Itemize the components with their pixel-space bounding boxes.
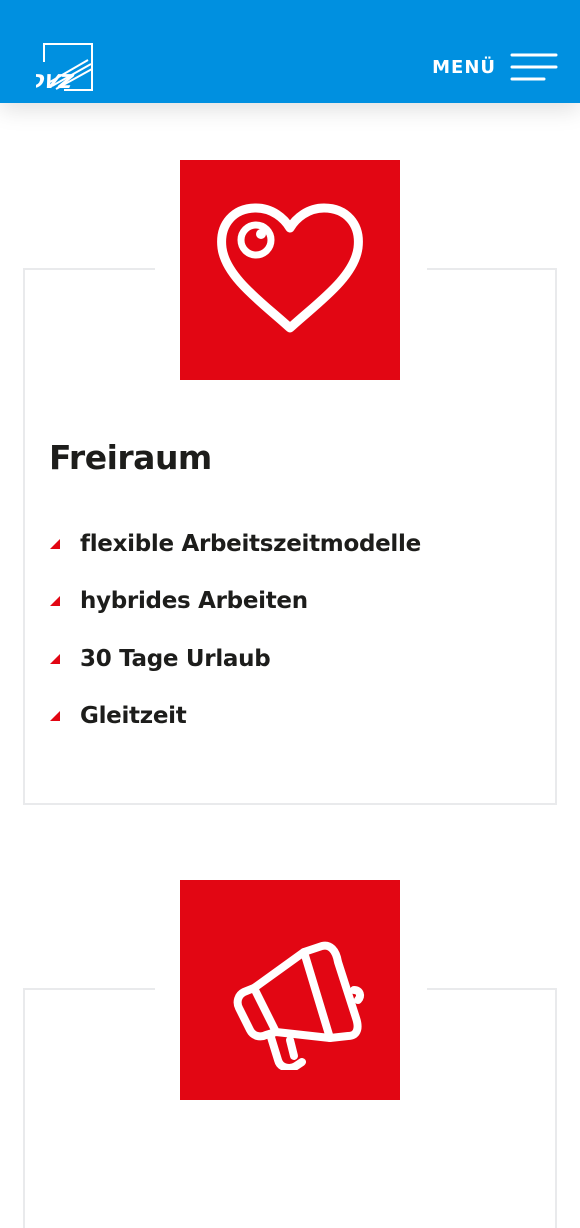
megaphone-icon (233, 941, 365, 1070)
triangle-bullet-icon (50, 596, 60, 607)
list-item: flexible Arbeitszeitmodelle (49, 515, 421, 573)
list-item: hybrides Arbeiten (49, 573, 421, 631)
feature-list: flexible Arbeitszeitmodelle hybrides Arb… (49, 515, 421, 745)
hamburger-icon (510, 53, 558, 81)
megaphone-tile (180, 880, 400, 1100)
card-title: Freiraum (49, 438, 212, 477)
dvz-logo[interactable]: DVZ (26, 42, 94, 93)
list-item: Gleitzeit (49, 688, 421, 746)
feature-text: flexible Arbeitszeitmodelle (80, 530, 421, 557)
feature-text: 30 Tage Urlaub (80, 645, 271, 672)
triangle-bullet-icon (50, 711, 60, 722)
heart-icon (217, 203, 363, 333)
feature-text: Gleitzeit (80, 703, 187, 730)
feature-text: hybrides Arbeiten (80, 588, 308, 615)
logo-text: DVZ (36, 70, 76, 92)
triangle-bullet-icon (50, 538, 60, 549)
dvz-logo-icon: DVZ (26, 43, 93, 93)
triangle-bullet-icon (50, 653, 60, 664)
site-header: DVZ MENÜ (0, 0, 580, 103)
menu-button[interactable]: MENÜ (432, 50, 558, 84)
list-item: 30 Tage Urlaub (49, 630, 421, 688)
heart-tile (180, 160, 400, 380)
menu-label: MENÜ (432, 56, 496, 78)
